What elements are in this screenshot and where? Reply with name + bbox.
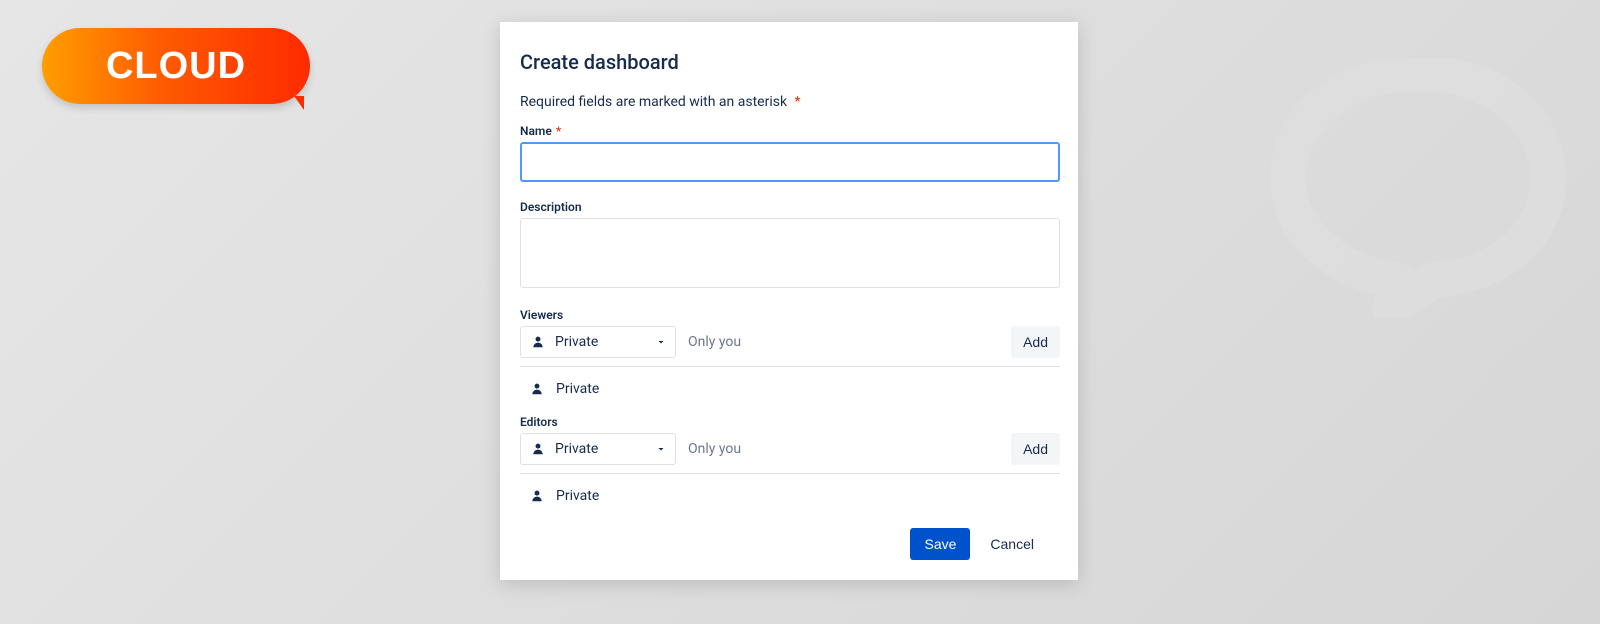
asterisk-icon: * [795,94,801,110]
speech-bubble-watermark-icon [1268,58,1568,322]
editors-hint: Only you [688,441,999,457]
viewers-select-value: Private [555,334,598,350]
name-input[interactable] [520,142,1060,182]
viewers-hint: Only you [688,334,999,350]
name-label: Name * [520,124,1058,138]
cloud-badge: CLOUD [42,28,310,104]
dialog-title: Create dashboard [520,50,1058,74]
viewers-row: Private Only you Add [520,326,1060,367]
chevron-down-icon [655,336,667,348]
required-note-text: Required fields are marked with an aster… [520,94,787,110]
description-input[interactable] [520,218,1060,288]
viewers-add-button[interactable]: Add [1011,326,1060,358]
person-icon [531,335,545,349]
editors-row: Private Only you Add [520,433,1060,474]
required-note: Required fields are marked with an aster… [520,94,1058,110]
viewers-list-item: Private [520,375,1058,411]
dialog-footer: Save Cancel [520,528,1058,560]
viewers-select[interactable]: Private [520,326,676,358]
editors-label: Editors [520,415,1058,429]
cancel-button[interactable]: Cancel [980,528,1044,560]
viewers-label: Viewers [520,308,1058,322]
person-icon [531,442,545,456]
asterisk-icon: * [556,124,561,138]
name-label-text: Name [520,124,552,138]
save-button[interactable]: Save [910,528,970,560]
viewers-list-item-label: Private [556,381,599,397]
person-icon [530,382,544,396]
description-label: Description [520,200,1058,214]
editors-list-item: Private [520,482,1058,518]
cloud-badge-text: CLOUD [106,45,246,88]
editors-select[interactable]: Private [520,433,676,465]
editors-add-button[interactable]: Add [1011,433,1060,465]
chevron-down-icon [655,443,667,455]
create-dashboard-dialog: Create dashboard Required fields are mar… [500,22,1078,580]
editors-select-value: Private [555,441,598,457]
editors-list-item-label: Private [556,488,599,504]
person-icon [530,489,544,503]
